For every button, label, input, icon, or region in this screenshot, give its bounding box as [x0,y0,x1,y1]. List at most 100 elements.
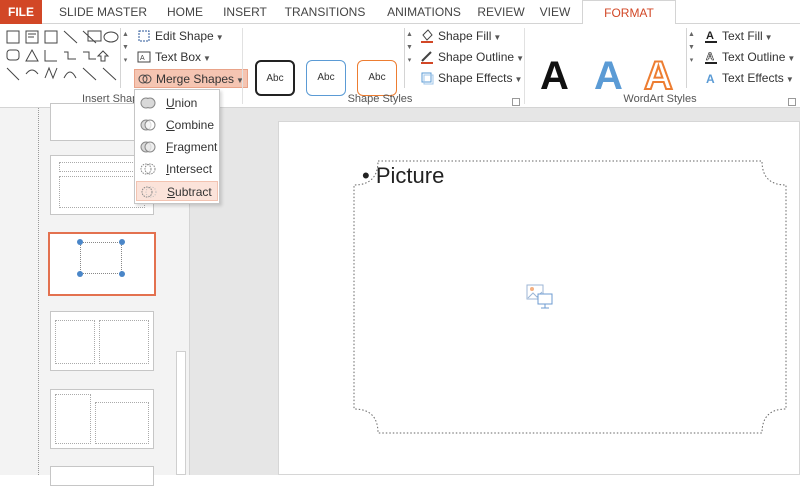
shapes-gallery[interactable] [4,28,122,86]
gallery-down-icon[interactable]: ▼ [687,41,696,54]
text-effects-button[interactable]: A Text Effects ▼ [704,69,794,88]
wordart-styles-launcher-icon[interactable] [788,98,796,106]
scrollbar-thumb[interactable] [176,351,186,475]
merge-shapes-label: Merge Shapes [156,72,235,86]
insert-picture-icon[interactable] [526,284,554,310]
shape-effects-icon [420,71,434,85]
svg-text:A: A [706,30,714,42]
access-key: U [166,96,175,110]
gallery-more-icon[interactable]: ▾ [687,54,696,67]
menu-item-label: Combine [166,118,215,132]
menu-item-label: Fragment [166,140,218,154]
gallery-up-icon[interactable]: ▲ [121,28,130,41]
menu-item-label: Intersect [166,162,213,176]
menu-item-label: Subtract [167,185,212,199]
gallery-down-icon[interactable]: ▼ [121,41,130,54]
tab-animations[interactable]: ANIMATIONS [380,0,468,24]
shape-styles-launcher-icon[interactable] [512,98,520,106]
chevron-down-icon: ▼ [514,75,523,84]
tab-format[interactable]: FORMAT [582,0,676,25]
gallery-down-icon[interactable]: ▼ [405,41,414,54]
gallery-up-icon[interactable]: ▲ [405,28,414,41]
menu-item-combine[interactable]: Combine [136,115,218,135]
ribbon-tab-bar: FILE SLIDE MASTER HOME INSERT TRANSITION… [0,0,800,25]
svg-text:A: A [706,72,715,85]
text-outline-label: Text Outline [722,50,786,64]
slide-thumbnail[interactable] [50,389,154,449]
picture-placeholder-frame[interactable] [350,158,790,438]
shape-outline-label: Shape Outline [438,50,515,64]
chevron-down-icon: ▼ [516,54,524,63]
slide-thumbnail-selected[interactable] [48,232,156,296]
chevron-down-icon: ▼ [785,75,794,84]
gallery-more-icon[interactable]: ▾ [405,54,414,67]
edit-shape-icon [137,29,151,43]
placeholder-label: Picture [375,163,445,188]
combine-icon [140,118,156,132]
selection-handle [119,271,125,277]
tab-transitions[interactable]: TRANSITIONS [283,0,367,24]
pencil-icon [420,50,434,64]
menu-item-fragment[interactable]: Fragment [136,137,218,157]
tab-insert[interactable]: INSERT [220,0,270,24]
ribbon-separator [242,28,243,104]
tab-file[interactable]: FILE [0,0,42,24]
shape-style-preset-3[interactable]: Abc [357,60,397,96]
access-key: C [166,118,175,132]
chevron-down-icon: ▼ [764,33,773,42]
merge-shapes-button[interactable]: Merge Shapes ▼ [134,69,248,88]
text-box-label: Text Box [155,50,202,64]
thumbnail-content-placeholder [55,320,95,364]
text-fill-label: Text Fill [722,29,763,43]
edit-shape-button[interactable]: Edit Shape ▼ [137,27,224,46]
shape-fill-label: Shape Fill [438,29,492,43]
ribbon-separator [524,28,525,104]
wordart-preset-1[interactable]: A [540,54,569,99]
merge-shapes-menu: Union Combine Fragment Intersect Subtrac… [134,89,220,204]
access-key: S [167,185,176,199]
slide-thumbnail[interactable] [50,466,154,486]
shape-style-preset-1[interactable]: Abc [255,60,295,96]
thumbnail-title-placeholder [59,162,145,172]
text-outline-button[interactable]: A Text Outline ▼ [704,48,795,67]
gallery-up-icon[interactable]: ▲ [687,28,696,41]
ribbon: ▲ ▼ ▾ Edit Shape ▼ A Text Box ▼ Merge Shape… [0,24,800,108]
thumbnail-picture-placeholder [80,242,122,274]
shape-effects-label: Shape Effects [438,71,513,85]
tab-home[interactable]: HOME [160,0,210,24]
chevron-down-icon: ▼ [787,54,796,63]
text-effects-icon: A [704,71,718,86]
subtract-icon [141,185,157,199]
text-box-button[interactable]: A Text Box ▼ [137,48,211,67]
wordart-styles-group-label: WordArt Styles [623,93,697,105]
menu-item-intersect[interactable]: Intersect [136,159,218,179]
bullet-icon: • [362,163,376,188]
thumbnail-content-placeholder [55,394,91,444]
tab-review[interactable]: REVIEW [476,0,526,24]
tab-view[interactable]: VIEW [535,0,575,24]
shape-effects-button[interactable]: Shape Effects ▼ [420,69,522,88]
picture-placeholder-text[interactable]: • Picture [362,163,444,189]
svg-text:A: A [140,55,145,62]
menu-item-subtract[interactable]: Subtract [136,181,218,201]
text-outline-icon: A [704,50,718,64]
shapes-gallery-icons [6,30,119,81]
slide-thumbnail[interactable] [50,311,154,371]
selection-handle [77,239,83,245]
text-effects-label: Text Effects [722,71,784,85]
fragment-icon [140,140,156,154]
menu-item-union[interactable]: Union [136,93,218,113]
gallery-more-icon[interactable]: ▾ [121,54,130,67]
edit-shape-label: Edit Shape [155,29,214,43]
shape-styles-gallery-scroll[interactable]: ▲ ▼ ▾ [404,28,414,88]
shape-style-preset-2[interactable]: Abc [306,60,346,96]
text-fill-button[interactable]: A Text Fill ▼ [704,27,773,46]
shape-fill-button[interactable]: Shape Fill ▼ [420,27,501,46]
wordart-gallery-scroll[interactable]: ▲ ▼ ▾ [686,28,696,88]
shapes-gallery-scroll[interactable]: ▲ ▼ ▾ [120,28,130,88]
union-icon [140,96,156,110]
chevron-down-icon: ▼ [203,54,211,63]
shape-outline-button[interactable]: Shape Outline ▼ [420,48,524,67]
tab-slide-master[interactable]: SLIDE MASTER [55,0,151,24]
chevron-down-icon: ▼ [215,33,224,42]
